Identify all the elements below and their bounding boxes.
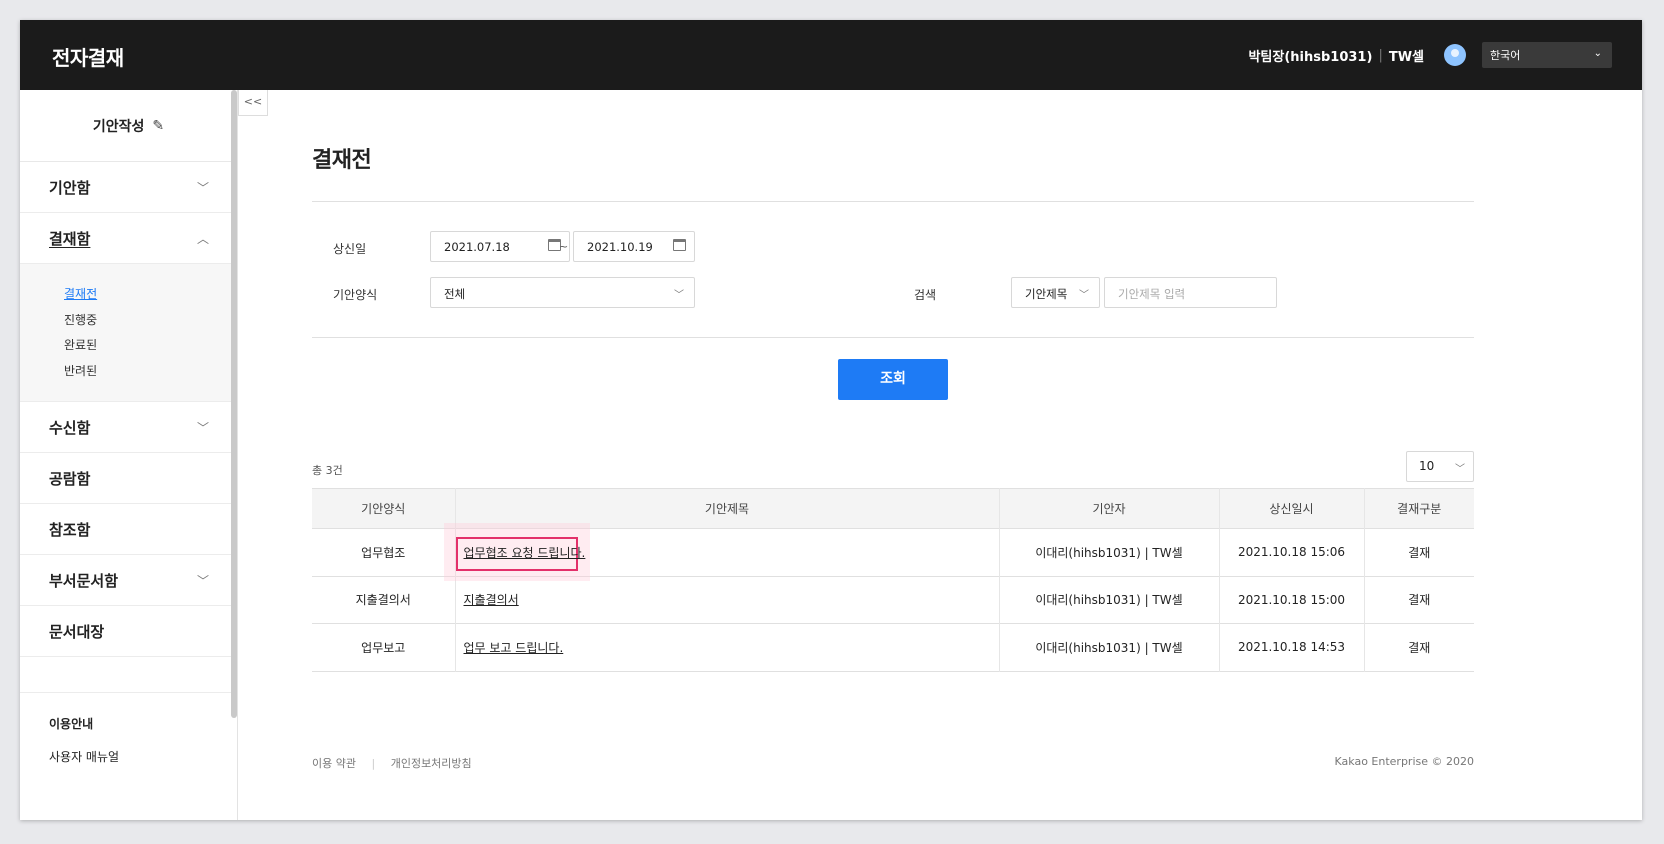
table-row[interactable]: 지출결의서 지출결의서 이대리(hihsb1031) | TW셀 2021.10… [312,576,1474,624]
sidebar-item-approval-box[interactable]: 결재함 ︿ [20,213,237,264]
sidebar-item-label: 참조함 [49,520,91,539]
column-header: 기안자 [998,488,1219,529]
search-button[interactable]: 조회 [838,359,948,400]
date-to-input[interactable]: 2021.10.19 [573,231,695,262]
search-input[interactable]: 기안제목 입력 [1104,277,1277,308]
column-header: 결재구분 [1363,488,1474,529]
user-info: 박팀장(hihsb1031) | TW셀 [1248,46,1424,65]
user-team: TW셀 [1388,50,1424,65]
page-size-select[interactable]: 10 ﹀ [1406,451,1474,482]
table-row[interactable]: 업무협조 업무협조 요청 드립니다. 이대리(hihsb1031) | TW셀 … [312,523,1474,581]
sidebar-item-circulation[interactable]: 공람함 [20,453,237,504]
total-count: 총 3건 [312,464,343,477]
form-cell: 업무협조 [361,545,406,560]
language-value: 한국어 [1490,49,1521,62]
sidebar-item-label: 기안함 [49,178,91,197]
sidebar-scrollbar[interactable] [231,90,237,718]
copyright: Kakao Enterprise © 2020 [1334,755,1474,768]
type-cell: 결재 [1363,528,1474,576]
chevron-down-icon: ﹀ [674,290,684,301]
chevron-down-icon: ﹀ [196,421,209,435]
search-label: 검색 [914,288,937,302]
document-table: 기안양식 기안제목 기안자 상신일시 결재구분 업무협조 업무협조 요청 드립니… [312,488,1474,672]
footer-divider: | [371,757,376,770]
form-cell: 지출결의서 [355,593,411,608]
sidebar-item-reference[interactable]: 참조함 [20,504,237,555]
type-cell: 결재 [1363,576,1474,624]
chevron-down-icon: ﹀ [196,574,209,588]
language-select[interactable]: 한국어 ⌄ [1482,42,1612,68]
approval-submenu: 결재전 진행중 완료된 반려된 [20,264,237,402]
date-from-input[interactable]: 2021.07.18 [430,231,570,262]
footer-links: 이용 약관 | 개인정보처리방침 [312,755,472,771]
sidebar-item-inbox[interactable]: 수신함 ﹀ [20,402,237,453]
document-title-link[interactable]: 지출결의서 [464,593,519,607]
sidebar-item-department-docs[interactable]: 부서문서함 ﹀ [20,555,237,606]
author-cell: 이대리(hihsb1031) | TW셀 [998,528,1219,576]
page-title: 결재전 [312,148,372,173]
author-cell: 이대리(hihsb1031) | TW셀 [998,623,1219,671]
sidebar-item-label: 문서대장 [49,622,105,641]
sidebar-item-label: 공람함 [49,469,91,488]
chevron-up-icon: ︿ [196,232,209,246]
sidebar-item-label: 부서문서함 [49,571,119,590]
submenu-item-rejected[interactable]: 반려된 [64,359,237,385]
sidebar-item-label: 수신함 [49,418,91,437]
app-window: 전자결재 박팀장(hihsb1031) | TW셀 한국어 ⌄ 기안작성 ✎ 기… [20,20,1642,820]
date-cell: 2021.10.18 15:06 [1218,528,1364,576]
date-from-value: 2021.07.18 [444,240,510,254]
sidebar-item-document-ledger[interactable]: 문서대장 [20,606,237,657]
sidebar-item-label: 결재함 [49,229,91,248]
date-cell: 2021.10.18 15:00 [1218,576,1364,624]
privacy-link[interactable]: 개인정보처리방침 [391,757,472,770]
user-name: 박팀장(hihsb1031) [1248,50,1373,65]
form-type-value: 전체 [444,287,466,301]
user-info-divider: | [1378,48,1383,63]
date-cell: 2021.10.18 14:53 [1218,623,1364,671]
type-cell: 결재 [1363,623,1474,671]
chevron-down-icon: ﹀ [196,181,209,195]
avatar[interactable] [1444,44,1466,66]
submenu-item-in-progress[interactable]: 진행중 [64,308,237,334]
calendar-icon[interactable] [673,239,686,251]
date-label: 상신일 [333,242,367,256]
title-cell: 업무 보고 드립니다. [454,623,999,671]
pencil-icon: ✎ [152,117,165,134]
submenu-item-completed[interactable]: 완료된 [64,333,237,359]
chevron-down-icon: ﹀ [1455,464,1465,475]
form-type-select[interactable]: 전체 ﹀ [430,277,695,308]
page-size-value: 10 [1419,459,1435,473]
form-type-label: 기안양식 [333,288,378,302]
author-cell: 이대리(hihsb1031) | TW셀 [998,576,1219,624]
title-cell: 업무협조 요청 드립니다. [443,523,999,581]
submenu-item-pending[interactable]: 결재전 [64,282,237,308]
user-manual-link[interactable]: 사용자 매뉴얼 [49,748,237,781]
sidebar: 기안작성 ✎ 기안함 ﹀ 결재함 ︿ 결재전 진행중 완료된 반려된 수신함 ﹀… [20,90,238,820]
search-placeholder: 기안제목 입력 [1118,287,1186,301]
column-header: 기안양식 [361,502,406,516]
compose-button[interactable]: 기안작성 ✎ [20,90,237,162]
document-title-link[interactable]: 업무협조 요청 드립니다. [464,546,586,560]
table-row[interactable]: 업무보고 업무 보고 드립니다. 이대리(hihsb1031) | TW셀 20… [312,623,1474,671]
usage-guide-link[interactable]: 이용안내 [49,715,237,748]
compose-label: 기안작성 [92,118,145,135]
sidebar-footer: 이용안내 사용자 매뉴얼 [20,692,237,781]
search-field-value: 기안제목 [1025,287,1068,301]
collapse-sidebar-button[interactable]: << [238,90,268,116]
search-field-select[interactable]: 기안제목 ﹀ [1011,277,1100,308]
top-bar: 전자결재 박팀장(hihsb1031) | TW셀 한국어 ⌄ [20,20,1642,90]
document-title-link[interactable]: 업무 보고 드립니다. [464,641,564,655]
date-to-value: 2021.10.19 [587,240,653,254]
divider [312,337,1474,338]
column-header: 상신일시 [1218,488,1364,529]
chevron-down-icon: ⌄ [1593,48,1602,59]
date-range-separator: ~ [559,240,569,253]
app-title[interactable]: 전자결재 [52,42,124,71]
form-cell: 업무보고 [361,640,406,655]
title-cell: 지출결의서 [454,576,999,624]
sidebar-item-draft-box[interactable]: 기안함 ﹀ [20,162,237,213]
divider [312,201,1474,202]
terms-link[interactable]: 이용 약관 [312,757,356,770]
chevron-down-icon: ﹀ [1079,290,1089,301]
